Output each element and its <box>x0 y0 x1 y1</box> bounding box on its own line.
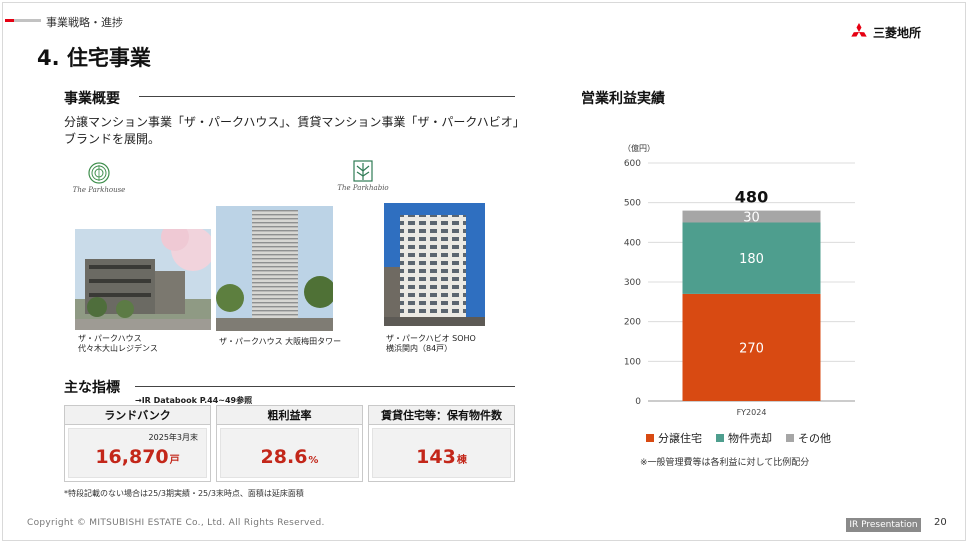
legend-label: その他 <box>798 432 831 445</box>
bar-segment-label: 270 <box>739 341 764 356</box>
legend-item-property-sales: 物件売却 <box>716 430 772 446</box>
copyright: Copyright © MITSUBISHI ESTATE Co., Ltd. … <box>27 518 325 528</box>
y-tick-label: 200 <box>624 318 641 328</box>
y-tick-label: 600 <box>624 159 641 169</box>
ir-presentation-badge: IR Presentation <box>846 518 921 532</box>
y-tick-label: 100 <box>624 357 641 367</box>
legend-item-other: その他 <box>786 430 831 446</box>
legend-label: 物件売却 <box>728 432 772 445</box>
y-tick-label: 300 <box>624 278 641 288</box>
y-tick-label: 0 <box>635 397 641 407</box>
legend-item-residential: 分譲住宅 <box>646 430 702 446</box>
page-number: 20 <box>934 517 947 528</box>
legend-swatch <box>786 434 794 442</box>
y-axis-label: （億円） <box>623 143 655 153</box>
chart-note: ※一般管理費等は各利益に対して比例配分 <box>640 458 810 468</box>
chart-legend: 分譲住宅 物件売却 その他 <box>646 430 845 446</box>
legend-swatch <box>646 434 654 442</box>
operating-profit-chart: （億円） 0 100 200 300 400 500 600 270 180 30 480 FY2024 <box>623 143 855 417</box>
legend-swatch <box>716 434 724 442</box>
bar-total-label: 480 <box>735 188 768 207</box>
bar-segment-label: 180 <box>739 252 764 267</box>
legend-label: 分譲住宅 <box>658 432 702 445</box>
y-tick-label: 500 <box>624 199 641 209</box>
bar-segment-label: 30 <box>743 211 760 226</box>
y-tick-label: 400 <box>624 238 641 248</box>
x-tick-label: FY2024 <box>737 408 767 417</box>
